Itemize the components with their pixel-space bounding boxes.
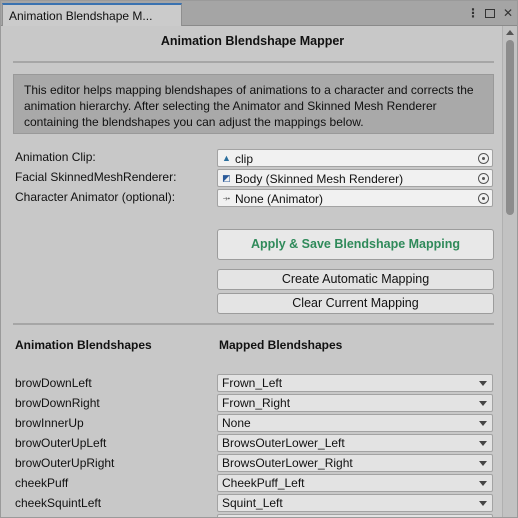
mapping-row [1, 514, 504, 517]
animation-blendshapes-header: Animation Blendshapes [15, 338, 152, 352]
help-box: This editor helps mapping blendshapes of… [13, 74, 494, 134]
character-animator-value: None (Animator) [235, 191, 324, 206]
mapping-row: browOuterUpRight BrowsOuterLower_Right [1, 454, 504, 474]
chevron-down-icon [479, 461, 487, 466]
target-blendshape-value: Squint_Left [222, 496, 283, 510]
target-blendshape-value: BrowsOuterLower_Right [222, 456, 353, 470]
object-picker-icon[interactable] [478, 193, 489, 204]
mapping-row: cheekSquintLeft Squint_Left [1, 494, 504, 514]
facial-renderer-label: Facial SkinnedMeshRenderer: [15, 170, 177, 184]
animation-clip-icon: ▲ [222, 153, 231, 163]
skinned-mesh-icon: ◩ [222, 173, 231, 183]
kebab-menu-icon[interactable]: ⋮ [467, 7, 479, 19]
target-blendshape-value: BrowsOuterLower_Left [222, 436, 345, 450]
source-blendshape: browOuterUpRight [15, 456, 115, 470]
source-blendshape: cheekSquintLeft [15, 496, 102, 510]
chevron-down-icon [479, 441, 487, 446]
source-blendshape: browOuterUpLeft [15, 436, 107, 450]
character-animator-field[interactable]: ⤞ None (Animator) [217, 189, 493, 207]
source-blendshape: browDownRight [15, 396, 100, 410]
target-blendshape-value: None [222, 416, 251, 430]
facial-renderer-value: Body (Skinned Mesh Renderer) [235, 171, 404, 186]
scroll-up-arrow-icon[interactable] [506, 30, 514, 35]
target-blendshape-dropdown[interactable]: CheekPuff_Left [217, 474, 493, 492]
character-animator-label: Character Animator (optional): [15, 190, 176, 204]
animation-clip-label: Animation Clip: [15, 150, 96, 164]
scrollbar-thumb[interactable] [506, 40, 514, 215]
tab-title: Animation Blendshape M... [9, 9, 153, 23]
editor-window: Animation Blendshape M... ⋮ ✕ Animation … [0, 0, 518, 518]
target-blendshape-value: Frown_Left [222, 376, 283, 390]
target-blendshape-dropdown[interactable]: Frown_Right [217, 394, 493, 412]
maximize-icon[interactable] [485, 8, 495, 18]
target-blendshape-dropdown[interactable]: None [217, 414, 493, 432]
tab-strip: Animation Blendshape M... ⋮ ✕ [1, 1, 517, 26]
chevron-down-icon [479, 401, 487, 406]
mapped-blendshapes-header: Mapped Blendshapes [219, 338, 343, 352]
chevron-down-icon [479, 421, 487, 426]
page-title: Animation Blendshape Mapper [160, 34, 345, 48]
chevron-down-icon [479, 481, 487, 486]
facial-renderer-field[interactable]: ◩ Body (Skinned Mesh Renderer) [217, 169, 493, 187]
target-blendshape-dropdown[interactable] [217, 514, 493, 517]
mapping-row: browOuterUpLeft BrowsOuterLower_Left [1, 434, 504, 454]
target-blendshape-dropdown[interactable]: Squint_Left [217, 494, 493, 512]
window-controls: ⋮ ✕ [467, 6, 513, 20]
chevron-down-icon [479, 381, 487, 386]
target-blendshape-dropdown[interactable]: Frown_Left [217, 374, 493, 392]
chevron-down-icon [479, 501, 487, 506]
mapping-row: browInnerUp None [1, 414, 504, 434]
source-blendshape: browInnerUp [15, 416, 84, 430]
divider [13, 323, 494, 325]
source-blendshape: browDownLeft [15, 376, 92, 390]
create-automatic-mapping-button[interactable]: Create Automatic Mapping [217, 269, 494, 290]
target-blendshape-value: CheekPuff_Left [222, 476, 305, 490]
animation-clip-field[interactable]: ▲ clip [217, 149, 493, 167]
target-blendshape-dropdown[interactable]: BrowsOuterLower_Left [217, 434, 493, 452]
divider [13, 61, 494, 63]
object-picker-icon[interactable] [478, 153, 489, 164]
tab-animation-blendshape-mapper[interactable]: Animation Blendshape M... [2, 3, 182, 26]
object-picker-icon[interactable] [478, 173, 489, 184]
target-blendshape-value: Frown_Right [222, 396, 291, 410]
mapping-row: browDownRight Frown_Right [1, 394, 504, 414]
close-icon[interactable]: ✕ [503, 7, 513, 19]
clear-mapping-button[interactable]: Clear Current Mapping [217, 293, 494, 314]
animation-clip-value: clip [235, 151, 254, 166]
animator-icon: ⤞ [222, 193, 231, 203]
target-blendshape-dropdown[interactable]: BrowsOuterLower_Right [217, 454, 493, 472]
apply-save-mapping-button[interactable]: Apply & Save Blendshape Mapping [217, 229, 494, 260]
content-area: Animation Blendshape Mapper This editor … [1, 26, 504, 517]
mapping-row: cheekPuff CheekPuff_Left [1, 474, 504, 494]
vertical-scrollbar[interactable] [502, 26, 517, 517]
source-blendshape: cheekPuff [15, 476, 69, 490]
mapping-row: browDownLeft Frown_Left [1, 374, 504, 394]
